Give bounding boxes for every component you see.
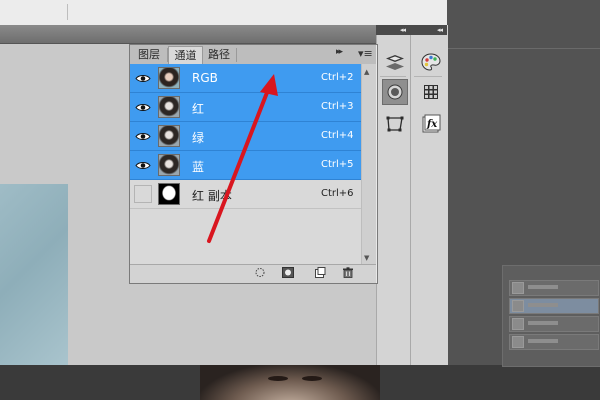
tab-layers[interactable]: 图层	[131, 46, 167, 64]
load-selection-button[interactable]	[254, 267, 266, 278]
trash-icon	[343, 267, 353, 278]
new-channel-button[interactable]	[314, 267, 326, 278]
dock-separator	[380, 76, 406, 77]
channel-name: RGB	[192, 71, 218, 85]
canvas-image[interactable]	[0, 184, 68, 365]
channel-name: 红	[192, 102, 205, 116]
channel-thumbnail	[158, 183, 180, 205]
styles-icon: fx	[422, 114, 441, 133]
background-layer-row	[509, 280, 599, 296]
channel-thumbnail	[158, 67, 180, 89]
background-layer-row	[509, 316, 599, 332]
eye-icon	[135, 75, 151, 82]
background-layer-row	[509, 334, 599, 350]
paths-dock-button[interactable]	[382, 111, 408, 137]
channel-row-rgb[interactable]: RGB Ctrl+2	[130, 64, 361, 93]
background-layers-panel	[502, 265, 600, 367]
background-photo-detail	[268, 376, 288, 381]
dock-header[interactable]: ◂◂	[376, 25, 410, 35]
color-palette-icon	[421, 53, 441, 71]
channel-row-red-copy[interactable]: 红 副本 Ctrl+6	[130, 180, 361, 209]
tab-channels[interactable]: 通道	[168, 46, 203, 65]
panel-collapse-arrows[interactable]: ▸▸	[336, 47, 343, 57]
dock-separator	[414, 76, 442, 77]
document-tab-bar[interactable]	[0, 25, 376, 44]
channel-name: 红 副本	[192, 189, 232, 203]
background-photo-detail	[302, 376, 322, 381]
channel-shortcut: Ctrl+2	[321, 72, 354, 83]
eye-icon	[135, 104, 151, 111]
background-photo	[200, 365, 380, 400]
visibility-toggle[interactable]	[134, 69, 152, 87]
channels-icon	[387, 84, 403, 100]
scroll-down-icon[interactable]: ▼	[364, 254, 369, 262]
collapse-dock-icon[interactable]: ◂◂	[400, 25, 406, 35]
eye-icon	[135, 162, 151, 169]
new-channel-icon	[315, 267, 326, 278]
channel-list-scrollbar[interactable]	[361, 64, 376, 264]
eye-icon	[135, 133, 151, 140]
swatches-dock-button[interactable]	[418, 79, 444, 105]
panel-footer	[130, 264, 376, 283]
visibility-toggle[interactable]	[134, 127, 152, 145]
tab-separator	[236, 48, 237, 62]
layers-dock-button[interactable]	[382, 49, 408, 75]
channel-name: 蓝	[192, 160, 205, 174]
channel-list: RGB Ctrl+2 红 Ctrl+3 绿 Ctrl+4 蓝 Ctrl+5 红 …	[130, 64, 361, 264]
dock-header[interactable]: ◂◂	[410, 25, 447, 35]
channel-shortcut: Ctrl+6	[321, 188, 354, 199]
save-selection-button[interactable]	[282, 267, 294, 278]
styles-label: fx	[426, 119, 438, 130]
channel-row-green[interactable]: 绿 Ctrl+4	[130, 122, 361, 151]
color-dock-button[interactable]	[418, 49, 444, 75]
background-layer-row	[509, 298, 599, 314]
layers-icon	[386, 55, 404, 70]
channels-dock-button[interactable]	[382, 79, 408, 105]
options-bar-divider	[67, 4, 68, 20]
channel-thumbnail	[158, 154, 180, 176]
tab-paths[interactable]: 路径	[202, 46, 236, 64]
channel-row-red[interactable]: 红 Ctrl+3	[130, 93, 361, 122]
delete-channel-button[interactable]	[342, 267, 354, 278]
styles-dock-button[interactable]: fx	[418, 111, 444, 137]
channel-thumbnail	[158, 125, 180, 147]
channel-shortcut: Ctrl+4	[321, 130, 354, 141]
channel-thumbnail	[158, 96, 180, 118]
visibility-toggle[interactable]	[134, 98, 152, 116]
visibility-toggle[interactable]	[134, 156, 152, 174]
collapse-dock-icon[interactable]: ◂◂	[437, 25, 443, 35]
background-divider	[447, 48, 600, 49]
channel-shortcut: Ctrl+3	[321, 101, 354, 112]
save-selection-icon	[282, 267, 294, 278]
paths-icon	[386, 116, 404, 132]
channel-shortcut: Ctrl+5	[321, 159, 354, 170]
visibility-toggle[interactable]	[134, 185, 152, 203]
channel-name: 绿	[192, 131, 205, 145]
panel-menu-icon[interactable]: ▾≡	[358, 47, 373, 60]
channel-row-blue[interactable]: 蓝 Ctrl+5	[130, 151, 361, 180]
load-selection-icon	[255, 268, 265, 277]
scroll-up-icon[interactable]: ▲	[364, 68, 369, 76]
swatches-icon	[424, 85, 438, 99]
